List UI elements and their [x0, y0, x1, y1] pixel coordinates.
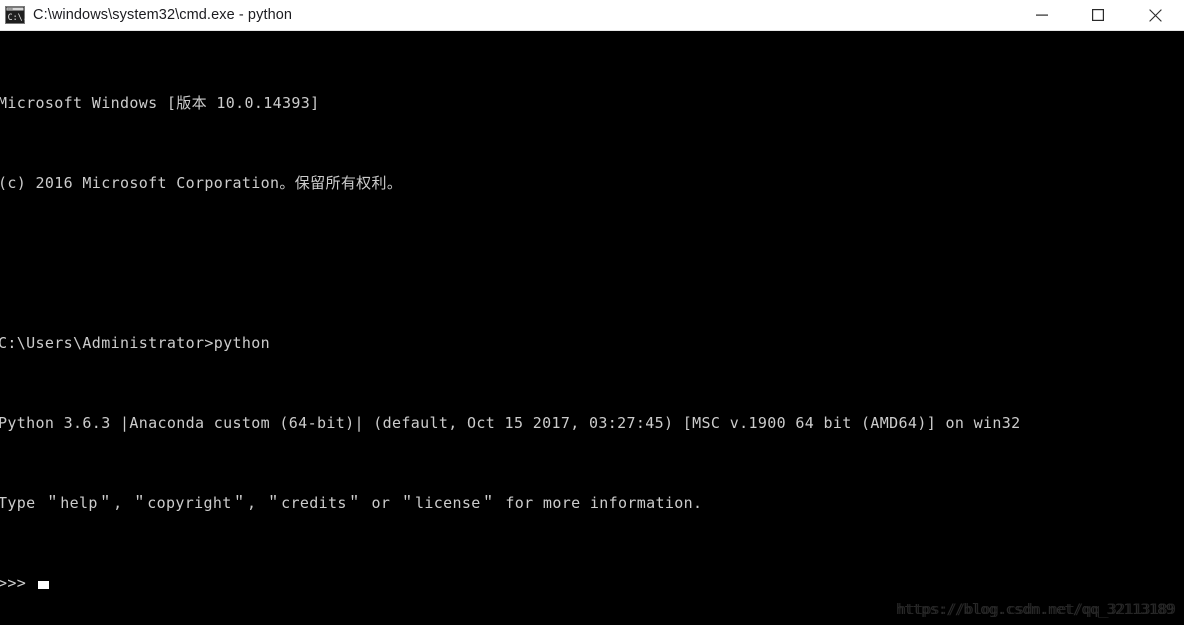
close-button[interactable]	[1126, 0, 1184, 31]
svg-text:C:\.: C:\.	[8, 12, 25, 22]
title-bar-left: C:\. C:\windows\system32\cmd.exe - pytho…	[0, 6, 1013, 24]
prompt-text: >>>	[0, 574, 36, 592]
minimize-icon	[1035, 14, 1048, 16]
title-bar[interactable]: C:\. C:\windows\system32\cmd.exe - pytho…	[0, 0, 1184, 31]
maximize-icon	[1092, 9, 1104, 21]
window-controls	[1013, 0, 1184, 31]
text-cursor	[37, 581, 49, 589]
cmd-window: C:\. C:\windows\system32\cmd.exe - pytho…	[0, 0, 1184, 625]
maximize-button[interactable]	[1070, 0, 1126, 31]
console-line: (c) 2016 Microsoft Corporation。保留所有权利。	[0, 174, 403, 192]
console-output-area[interactable]: Microsoft Windows [版本 10.0.14393] (c) 20…	[0, 31, 1184, 625]
console-lines: Microsoft Windows [版本 10.0.14393] (c) 20…	[0, 31, 1184, 625]
python-prompt-line[interactable]: >>>	[0, 573, 1184, 593]
console-line-command: C:\Users\Administrator>python	[0, 334, 271, 352]
cmd-console-icon: C:\.	[5, 6, 28, 24]
console-line: Type ＂help＂, ＂copyright＂, ＂credits＂ or ＂…	[0, 494, 703, 512]
console-line: Python 3.6.3 |Anaconda custom (64-bit)| …	[0, 414, 1021, 432]
window-title: C:\windows\system32\cmd.exe - python	[33, 7, 293, 23]
minimize-button[interactable]	[1013, 0, 1070, 31]
console-line: Microsoft Windows [版本 10.0.14393]	[0, 94, 320, 112]
close-icon	[1148, 8, 1162, 22]
